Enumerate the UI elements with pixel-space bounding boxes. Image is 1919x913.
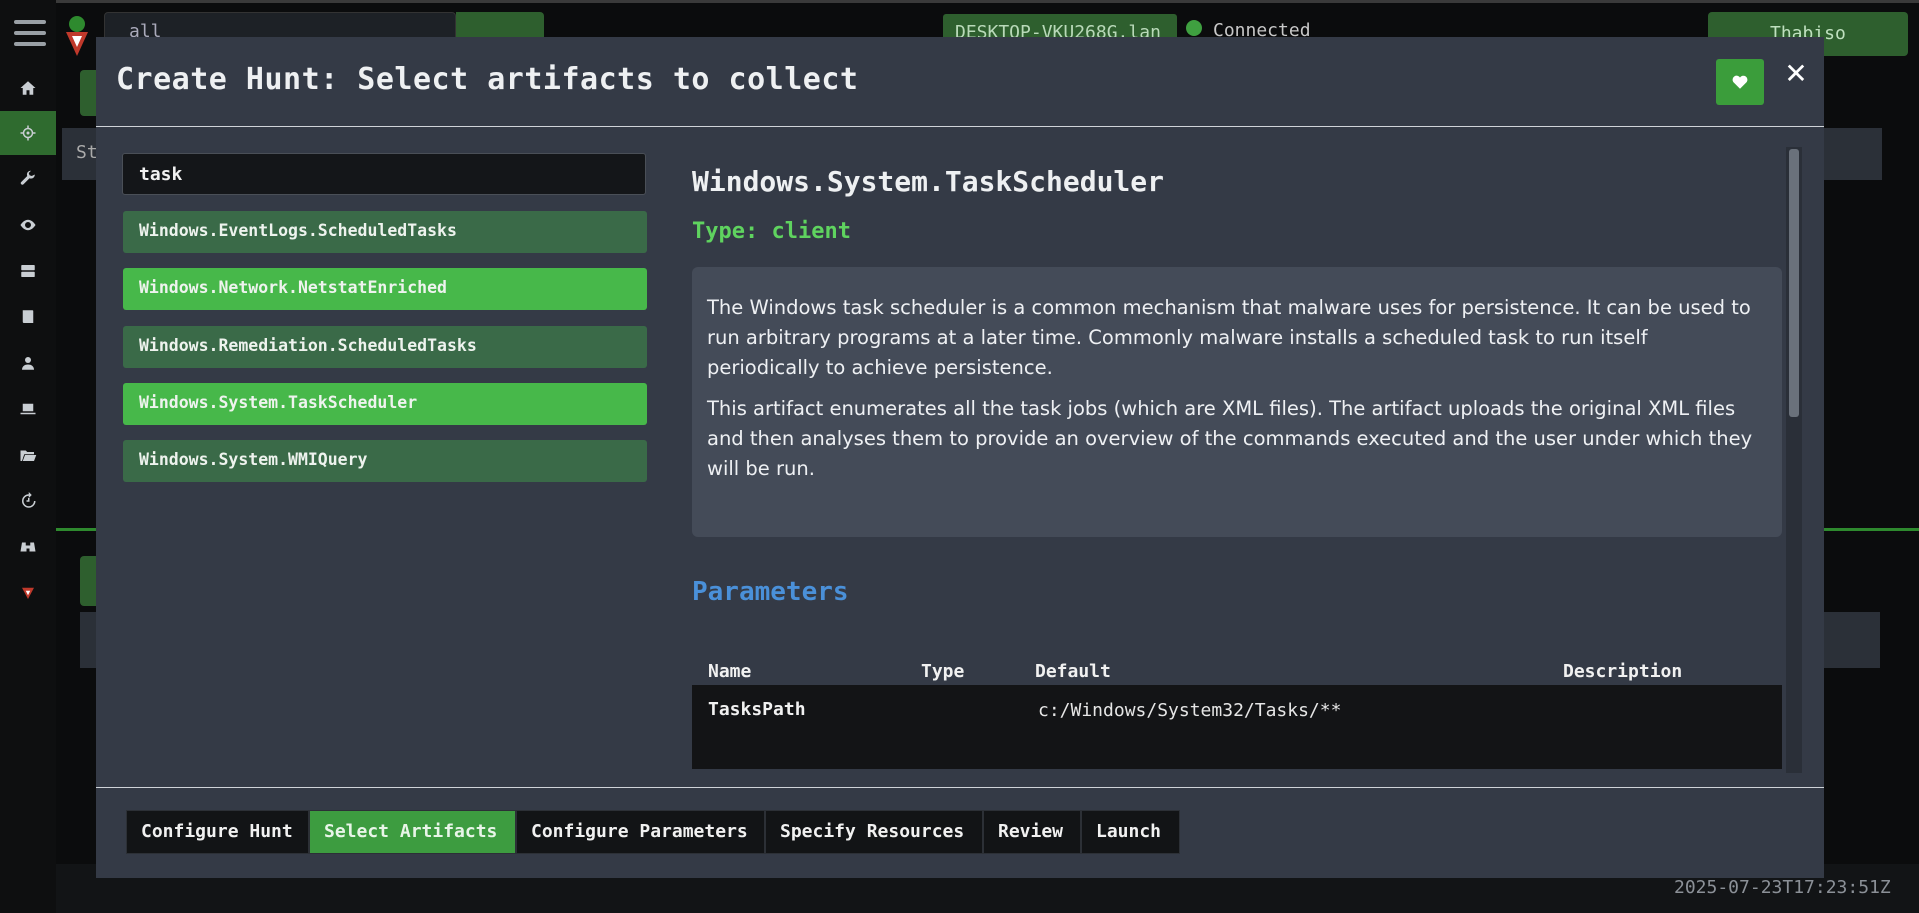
connection-status-icon xyxy=(1186,20,1202,36)
modal-title: Create Hunt: Select artifacts to collect xyxy=(116,62,859,97)
user-icon[interactable] xyxy=(0,341,56,385)
eye-icon[interactable] xyxy=(0,203,56,247)
binoculars-icon[interactable] xyxy=(0,525,56,569)
artifact-search-input[interactable]: task xyxy=(122,153,646,195)
description-paragraph: The Windows task scheduler is a common m… xyxy=(707,296,1751,379)
step-select-artifacts-button[interactable]: Select Artifacts xyxy=(309,810,516,854)
artifact-type: Type: client xyxy=(692,219,851,244)
book-icon[interactable] xyxy=(0,295,56,339)
artifact-detail-title: Windows.System.TaskScheduler xyxy=(692,165,1165,198)
step-configure-hunt-button[interactable]: Configure Hunt xyxy=(126,810,309,854)
step-launch-button[interactable]: Launch xyxy=(1081,810,1180,854)
column-header-default: Default xyxy=(1035,661,1111,682)
folder-open-icon[interactable] xyxy=(0,433,56,477)
modal-header: Create Hunt: Select artifacts to collect… xyxy=(96,37,1824,127)
status-timestamp: 2025-07-23T17:23:51Z xyxy=(1674,877,1891,898)
column-header-description: Description xyxy=(1563,661,1683,682)
wrench-icon[interactable] xyxy=(0,157,56,201)
top-strip xyxy=(0,0,1919,3)
server-icon[interactable] xyxy=(0,249,56,293)
close-icon[interactable]: ✕ xyxy=(1782,57,1810,91)
favorite-button[interactable] xyxy=(1716,59,1764,105)
hamburger-menu-icon[interactable] xyxy=(14,20,46,50)
velociraptor-logo-icon[interactable] xyxy=(0,571,56,615)
step-configure-parameters-button[interactable]: Configure Parameters xyxy=(516,810,765,854)
description-paragraph: This artifact enumerates all the task jo… xyxy=(707,397,1753,480)
artifact-item[interactable]: Windows.EventLogs.ScheduledTasks xyxy=(123,211,647,253)
heart-icon xyxy=(1732,75,1748,89)
crosshair-icon[interactable] xyxy=(0,111,56,155)
artifact-description: The Windows task scheduler is a common m… xyxy=(692,267,1782,537)
detail-scrollbar-thumb[interactable] xyxy=(1789,149,1799,417)
home-icon[interactable] xyxy=(0,66,56,110)
parameters-heading: Parameters xyxy=(692,577,849,607)
column-header-type: Type xyxy=(921,661,965,682)
artifact-item[interactable]: Windows.System.WMIQuery xyxy=(123,440,647,482)
step-review-button[interactable]: Review xyxy=(983,810,1081,854)
app-logo-icon xyxy=(62,14,92,58)
artifact-item[interactable]: Windows.Remediation.ScheduledTasks xyxy=(123,326,647,368)
laptop-icon[interactable] xyxy=(0,387,56,431)
history-icon[interactable] xyxy=(0,479,56,523)
param-name: TasksPath xyxy=(708,699,806,720)
artifact-item[interactable]: Windows.System.TaskScheduler xyxy=(123,383,647,425)
table-row: TasksPath c:/Windows/System32/Tasks/** xyxy=(692,685,1782,769)
artifact-item[interactable]: Windows.Network.NetstatEnriched xyxy=(123,268,647,310)
sidebar xyxy=(0,0,56,913)
param-default: c:/Windows/System32/Tasks/** xyxy=(1038,700,1342,721)
create-hunt-modal: Create Hunt: Select artifacts to collect… xyxy=(96,37,1824,878)
step-specify-resources-button[interactable]: Specify Resources xyxy=(765,810,983,854)
column-header-name: Name xyxy=(708,661,752,682)
